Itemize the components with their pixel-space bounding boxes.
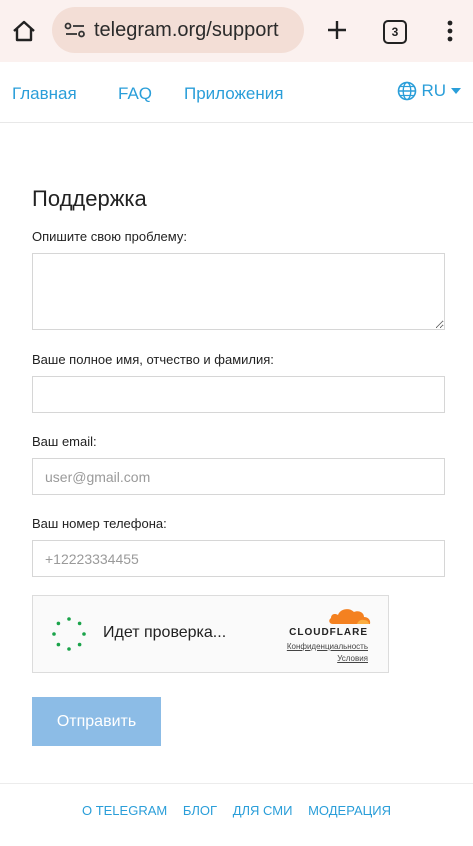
terms-link[interactable]: Условия	[337, 654, 368, 663]
footer-blog-link[interactable]: БЛОГ	[183, 803, 217, 818]
page-title: Поддержка	[32, 186, 147, 211]
problem-textarea[interactable]	[32, 253, 445, 330]
nav-home-link[interactable]: Главная	[12, 84, 77, 104]
chevron-down-icon	[451, 88, 461, 94]
name-label: Ваше полное имя, отчество и фамилия:	[32, 352, 274, 367]
tab-switcher-button[interactable]: 3	[383, 20, 407, 44]
loading-spinner-icon	[52, 617, 86, 651]
new-tab-icon[interactable]	[320, 13, 354, 47]
address-bar[interactable]: telegram.org/support	[52, 7, 304, 53]
privacy-link[interactable]: Конфиденциальность	[287, 642, 368, 651]
nav-faq-link[interactable]: FAQ	[118, 84, 152, 104]
cloudflare-brand: CLOUDFLARE	[289, 627, 368, 638]
captcha-status: Идет проверка...	[103, 624, 227, 641]
footer-links: О TELEGRAM БЛОГ ДЛЯ СМИ МОДЕРАЦИЯ	[0, 803, 473, 818]
cloudflare-captcha[interactable]: Идет проверка... CLOUDFLARE Конфиденциал…	[32, 595, 389, 673]
submit-button[interactable]: Отправить	[32, 697, 161, 746]
email-label: Ваш email:	[32, 434, 97, 449]
name-field[interactable]	[32, 376, 445, 413]
site-nav: Главная FAQ Приложения RU	[0, 62, 473, 123]
nav-apps-link[interactable]: Приложения	[184, 84, 283, 104]
globe-icon	[398, 81, 417, 101]
browser-toolbar: telegram.org/support 3	[0, 0, 473, 62]
email-field[interactable]	[32, 458, 445, 495]
language-label: RU	[421, 81, 446, 100]
home-icon[interactable]	[8, 15, 40, 47]
problem-label: Опишите свою проблему:	[32, 229, 187, 244]
url-text: telegram.org/support	[94, 18, 279, 41]
phone-label: Ваш номер телефона:	[32, 516, 167, 531]
footer-moderation-link[interactable]: МОДЕРАЦИЯ	[308, 803, 391, 818]
overflow-menu-icon[interactable]	[440, 16, 460, 46]
footer-press-link[interactable]: ДЛЯ СМИ	[233, 803, 293, 818]
footer-divider	[0, 783, 473, 784]
site-settings-icon[interactable]	[64, 21, 86, 39]
phone-field[interactable]	[32, 540, 445, 577]
footer-about-link[interactable]: О TELEGRAM	[82, 803, 167, 818]
cloudflare-logo-icon	[329, 609, 371, 624]
language-selector[interactable]: RU	[397, 81, 461, 101]
